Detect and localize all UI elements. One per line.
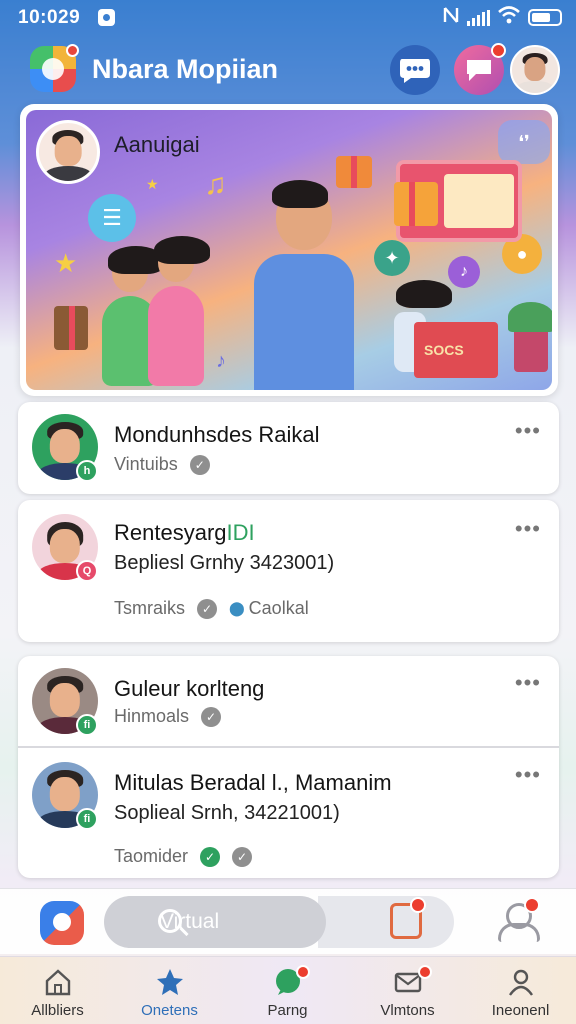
avatar bbox=[512, 47, 558, 93]
contact-subtitle: Bepliesl Grnhy 3423001) bbox=[114, 552, 335, 574]
home-icon bbox=[45, 969, 70, 996]
signal-icon bbox=[467, 9, 490, 26]
status-bar: 10:029 bbox=[0, 0, 576, 36]
online-badge: Q bbox=[76, 560, 98, 582]
banner-illustration: Aanuigai ★ ★ ♫ ♪ ☰ ✦ ♪ ● ❛❜ SOCS bbox=[26, 110, 552, 390]
gift-icon bbox=[336, 156, 372, 188]
music-bubble-icon: ♪ bbox=[448, 256, 480, 288]
more-options-icon[interactable]: ••• bbox=[515, 516, 541, 542]
featured-banner[interactable]: Aanuigai ★ ★ ♫ ♪ ☰ ✦ ♪ ● ❛❜ SOCS bbox=[20, 104, 558, 396]
contact-meta: Vintuibs ✓ bbox=[114, 454, 210, 475]
profile-icon bbox=[508, 969, 533, 996]
notifications-button[interactable] bbox=[454, 43, 506, 95]
app-header: Nbara Mopiian bbox=[0, 40, 576, 100]
notification-icon bbox=[98, 9, 115, 26]
list-bubble-icon: ☰ bbox=[88, 194, 136, 242]
book-icon bbox=[54, 306, 88, 350]
online-badge: h bbox=[76, 460, 98, 482]
notifications-badge bbox=[491, 43, 506, 58]
star-icon: ★ bbox=[146, 176, 159, 192]
contact-name: RentesyargIDI bbox=[114, 520, 255, 546]
contact-card[interactable]: h Mondunhsdes Raikal Vintuibs ✓ ••• bbox=[18, 402, 559, 494]
list-item[interactable]: fi Mitulas Beradal l., Mamanim Soplieal … bbox=[18, 748, 559, 878]
list-item[interactable]: Q RentesyargIDI Bepliesl Grnhy 3423001) … bbox=[18, 500, 559, 642]
contact-subtitle: Soplieal Srnh, 34221001) bbox=[114, 802, 340, 824]
person-girl-pink bbox=[148, 236, 210, 386]
tab-favorites[interactable]: Onetens bbox=[112, 957, 227, 1024]
tab-label: Onetens bbox=[141, 1002, 198, 1019]
wifi-icon bbox=[498, 6, 520, 29]
online-badge: fi bbox=[76, 714, 98, 736]
gift-box-icon bbox=[394, 182, 438, 226]
location-label: Caolkal bbox=[248, 598, 309, 618]
contact-name: Mitulas Beradal l., Mamanim bbox=[114, 770, 392, 795]
app-title: Nbara Mopiian bbox=[92, 54, 279, 84]
online-badge: fi bbox=[76, 808, 98, 830]
speech-icon bbox=[467, 60, 491, 81]
location-pin-icon: ⬤ bbox=[229, 600, 245, 616]
star-icon bbox=[156, 969, 183, 995]
tab-profile[interactable]: Ineonenl bbox=[463, 957, 576, 1024]
banner-avatar bbox=[36, 120, 100, 184]
profile-avatar-button[interactable] bbox=[510, 45, 560, 95]
music-note-icon: ♫ bbox=[204, 168, 227, 201]
music-note-icon: ♪ bbox=[216, 350, 226, 372]
more-options-icon[interactable]: ••• bbox=[515, 418, 541, 444]
contact-name-accent: IDI bbox=[226, 520, 255, 545]
nfc-icon bbox=[443, 6, 459, 29]
tab-label: Allbliers bbox=[31, 1002, 84, 1019]
contact-name: Mondunhsdes Raikal bbox=[114, 422, 320, 447]
contact-card[interactable]: fi Guleur korlteng Hinmoals ✓ ••• fi Mit… bbox=[18, 656, 559, 878]
list-item[interactable]: h Mondunhsdes Raikal Vintuibs ✓ ••• bbox=[18, 402, 559, 494]
list-item[interactable]: fi Guleur korlteng Hinmoals ✓ ••• bbox=[18, 656, 559, 746]
battery-icon bbox=[528, 9, 562, 26]
contact-status: Tsmraiks bbox=[114, 598, 185, 618]
verified-icon: ✓ bbox=[200, 846, 221, 867]
check-icon: ✓ bbox=[189, 454, 210, 475]
more-options-icon[interactable]: ••• bbox=[515, 670, 541, 696]
glow-bubble-icon: ❛❜ bbox=[498, 120, 550, 164]
check-icon: ✓ bbox=[232, 846, 253, 867]
quick-actions-bar: Virtual bbox=[0, 888, 576, 954]
system-icons bbox=[443, 6, 562, 29]
contact-name-main: Rentesyarg bbox=[114, 520, 227, 545]
quick-pill bbox=[318, 896, 454, 948]
chat-bubble-icon bbox=[400, 59, 430, 83]
banner-name: Aanuigai bbox=[114, 132, 200, 157]
contact-status: Hinmoals bbox=[114, 706, 190, 726]
star-icon: ★ bbox=[54, 248, 78, 278]
location: ⬤ Caolkal bbox=[229, 598, 309, 619]
messages-button[interactable] bbox=[390, 45, 440, 95]
chat-badge bbox=[296, 965, 310, 979]
contact-meta: Hinmoals ✓ bbox=[114, 706, 222, 727]
contact-name: Guleur korlteng bbox=[114, 676, 265, 701]
people-badge bbox=[524, 897, 540, 913]
app-shortcut-icon[interactable] bbox=[40, 901, 84, 945]
tab-home[interactable]: Allbliers bbox=[0, 957, 115, 1024]
tab-label: Vlmtons bbox=[380, 1002, 435, 1019]
tab-label: Ineonenl bbox=[491, 1002, 550, 1019]
logo-notification-badge bbox=[66, 44, 79, 57]
tab-label: Parng bbox=[267, 1002, 308, 1019]
plant-icon bbox=[508, 302, 552, 372]
contact-meta: Tsmraiks ✓ ⬤ Caolkal bbox=[114, 598, 309, 619]
tab-mail[interactable]: Vlmtons bbox=[350, 957, 465, 1024]
check-icon: ✓ bbox=[201, 706, 222, 727]
contact-meta: Taomider ✓ ✓ bbox=[114, 846, 253, 867]
bird-bubble-icon: ✦ bbox=[374, 240, 410, 276]
contact-card[interactable]: Q RentesyargIDI Bepliesl Grnhy 3423001) … bbox=[18, 500, 559, 642]
bottom-tab-bar: Allbliers Onetens Parng Vlmtons Ineonenl bbox=[0, 956, 576, 1024]
search-icon bbox=[158, 909, 182, 933]
check-icon: ✓ bbox=[197, 598, 217, 619]
tab-chat[interactable]: Parng bbox=[230, 957, 345, 1024]
mail-badge bbox=[418, 965, 432, 979]
status-time: 10:029 bbox=[18, 7, 81, 28]
more-options-icon[interactable]: ••• bbox=[515, 762, 541, 788]
market-stand: SOCS bbox=[414, 322, 498, 378]
calendar-badge bbox=[410, 897, 426, 913]
contact-status: Vintuibs bbox=[114, 454, 178, 474]
search-button[interactable]: Virtual bbox=[104, 896, 326, 948]
person-man-blue bbox=[254, 180, 354, 390]
contact-status: Taomider bbox=[114, 846, 189, 866]
